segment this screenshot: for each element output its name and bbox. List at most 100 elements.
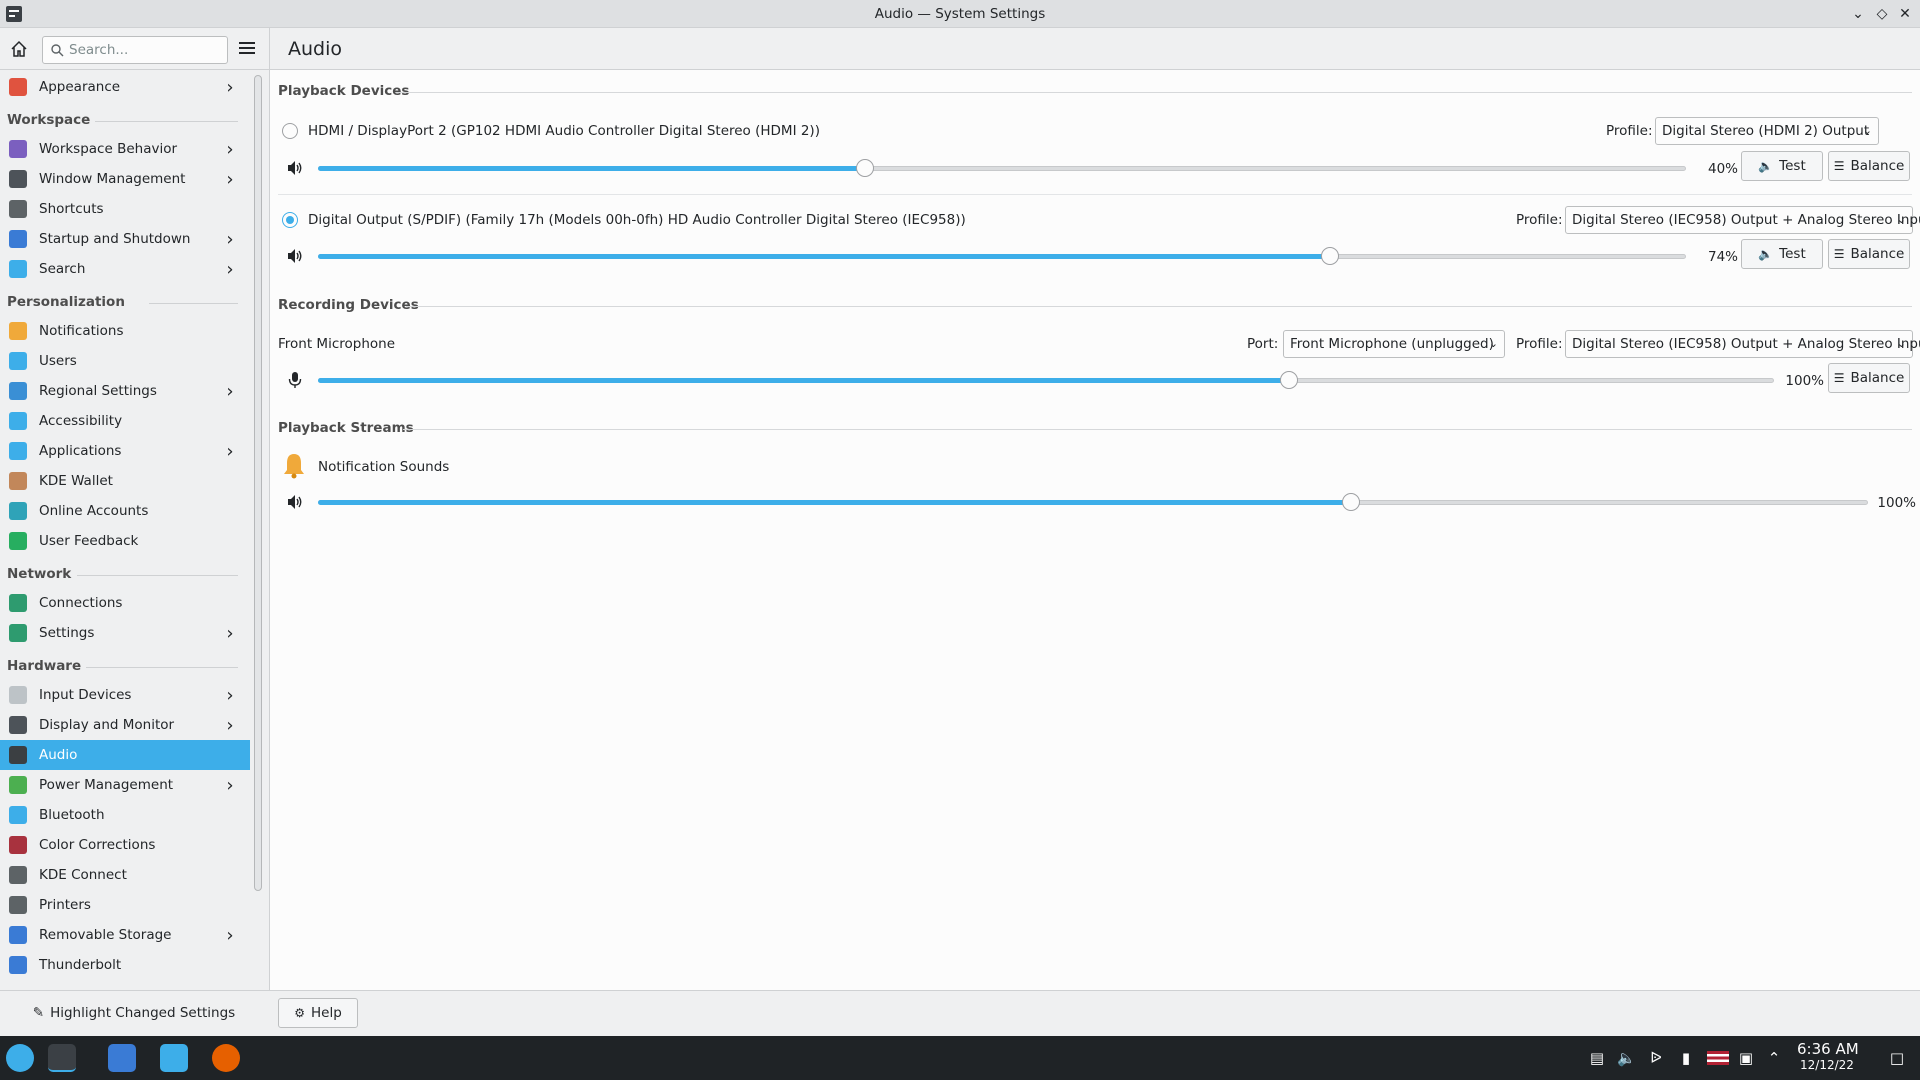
category-divider	[95, 121, 238, 122]
sidebar-item-regional-settings[interactable]: Regional Settings ›	[0, 376, 250, 406]
sidebar-item-online-accounts[interactable]: Online Accounts	[0, 496, 250, 526]
sidebar-item-power-management[interactable]: Power Management ›	[0, 770, 250, 800]
sidebar-item-input-devices[interactable]: Input Devices ›	[0, 680, 250, 710]
help-button[interactable]: ⚙ Help	[278, 998, 358, 1028]
section-divider	[403, 429, 1912, 430]
sidebar-item-settings[interactable]: Settings ›	[0, 618, 250, 648]
workspace-behavior-icon	[9, 140, 27, 158]
profile-select[interactable]: Digital Stereo (IEC958) Output + Analog …	[1565, 330, 1920, 358]
network-icon[interactable]: ▣	[1737, 1049, 1755, 1067]
show-desktop-icon[interactable]: □	[1888, 1049, 1906, 1067]
sidebar-item-search[interactable]: Search ›	[0, 254, 250, 284]
sidebar-item-kde-wallet[interactable]: KDE Wallet	[0, 466, 250, 496]
sidebar-item-removable-storage[interactable]: Removable Storage ›	[0, 920, 250, 950]
profile-select[interactable]: Digital Stereo (IEC958) Output + Analog …	[1565, 206, 1920, 234]
discover-icon[interactable]	[108, 1044, 136, 1072]
balance-button[interactable]: ☰ Balance	[1828, 363, 1910, 393]
sidebar-item-label: Shortcuts	[39, 201, 104, 217]
default-device-radio[interactable]	[282, 212, 298, 228]
sidebar-item-window-management[interactable]: Window Management ›	[0, 164, 250, 194]
speaker-icon[interactable]	[286, 493, 304, 511]
clipboard-icon[interactable]: ▤	[1588, 1049, 1606, 1067]
slider-handle[interactable]	[856, 159, 875, 177]
minimize-icon[interactable]: ⌄	[1849, 5, 1867, 23]
sidebar-item-workspace-behavior[interactable]: Workspace Behavior ›	[0, 134, 250, 164]
close-icon[interactable]: ✕	[1896, 5, 1914, 23]
sidebar-item-label: Window Management	[39, 171, 186, 187]
sidebar-item-label: Settings	[39, 625, 95, 641]
balance-button[interactable]: ☰ Balance	[1828, 239, 1910, 269]
sidebar-item-kde-connect[interactable]: KDE Connect	[0, 860, 250, 890]
test-button[interactable]: 🔈 Test	[1741, 239, 1823, 269]
sidebar-item-shortcuts[interactable]: Shortcuts	[0, 194, 250, 224]
sidebar-item-color-corrections[interactable]: Color Corrections	[0, 830, 250, 860]
volume-slider[interactable]	[318, 156, 1686, 180]
volume-slider[interactable]	[318, 490, 1868, 514]
sidebar-item-accessibility[interactable]: Accessibility	[0, 406, 250, 436]
content-area: Audio Playback Devices HDMI / DisplayPor…	[270, 28, 1920, 990]
usb-icon[interactable]: ▮	[1677, 1049, 1695, 1067]
slider-handle[interactable]	[1321, 247, 1340, 265]
port-select[interactable]: Front Microphone (unplugged) ⌄	[1283, 330, 1505, 358]
test-button[interactable]: 🔈 Test	[1741, 151, 1823, 181]
pencil-icon: ✎	[32, 1005, 45, 1021]
wallet-icon	[9, 472, 27, 490]
chevron-right-icon: ›	[226, 924, 234, 946]
port-label: Port:	[1247, 336, 1279, 352]
playback-devices-heading: Playback Devices	[278, 83, 410, 99]
network-settings-icon	[9, 624, 27, 642]
sidebar-item-startup-and-shutdown[interactable]: Startup and Shutdown ›	[0, 224, 250, 254]
sidebar-item-user-feedback[interactable]: User Feedback	[0, 526, 250, 556]
speaker-icon[interactable]	[286, 247, 304, 265]
chevron-up-icon[interactable]: ⌃	[1765, 1049, 1783, 1067]
sidebar-item-label: Display and Monitor	[39, 717, 175, 733]
sidebar-item-label: Startup and Shutdown	[39, 231, 191, 247]
clock-date[interactable]: 12/12/22	[1800, 1058, 1854, 1072]
recording-devices-heading: Recording Devices	[278, 297, 419, 313]
search-input[interactable]	[69, 41, 219, 59]
profile-select[interactable]: Digital Stereo (HDMI 2) Output ⌄	[1655, 117, 1879, 145]
app-launcher-icon[interactable]	[6, 1044, 34, 1072]
sidebar-item-audio[interactable]: Audio	[0, 740, 250, 770]
row-divider	[278, 194, 1912, 195]
default-device-radio[interactable]	[282, 123, 298, 139]
keyboard-icon	[9, 200, 27, 218]
hamburger-menu-icon[interactable]	[239, 41, 255, 55]
sidebar-item-appearance[interactable]: Appearance ›	[0, 72, 250, 102]
sidebar-item-thunderbolt[interactable]: Thunderbolt	[0, 950, 250, 980]
chevron-right-icon: ›	[226, 774, 234, 796]
slider-handle[interactable]	[1342, 493, 1361, 511]
system-settings-task-icon[interactable]	[48, 1044, 76, 1072]
sidebar-item-label: Removable Storage	[39, 927, 172, 943]
sidebar-item-printers[interactable]: Printers	[0, 890, 250, 920]
sidebar-item-bluetooth[interactable]: Bluetooth	[0, 800, 250, 830]
volume-icon[interactable]: 🔈	[1617, 1049, 1636, 1067]
file-manager-icon[interactable]	[160, 1044, 188, 1072]
volume-slider[interactable]	[318, 244, 1686, 268]
highlight-changed-button[interactable]: ✎ Highlight Changed Settings	[30, 998, 238, 1028]
sidebar-item-connections[interactable]: Connections	[0, 588, 250, 618]
volume-percent: 100%	[1877, 495, 1916, 511]
sidebar-item-label: Regional Settings	[39, 383, 157, 399]
sidebar-item-label: Search	[39, 261, 86, 277]
sidebar-scrollbar[interactable]	[254, 75, 262, 891]
search-field[interactable]	[42, 36, 228, 64]
clock-time[interactable]: 6:36 AM	[1797, 1040, 1859, 1058]
sidebar-item-notifications[interactable]: Notifications	[0, 316, 250, 346]
test-label: Test	[1779, 158, 1806, 174]
test-label: Test	[1779, 246, 1806, 262]
home-icon[interactable]	[10, 40, 28, 58]
bluetooth-icon[interactable]: ᐉ	[1647, 1049, 1665, 1067]
maximize-icon[interactable]: ◇	[1873, 5, 1891, 23]
volume-slider[interactable]	[318, 368, 1774, 392]
keyboard-layout-icon[interactable]	[1707, 1051, 1729, 1065]
firefox-icon[interactable]	[212, 1044, 240, 1072]
sidebar-item-users[interactable]: Users	[0, 346, 250, 376]
speaker-icon[interactable]	[286, 159, 304, 177]
sidebar-item-applications[interactable]: Applications ›	[0, 436, 250, 466]
users-icon	[9, 352, 27, 370]
balance-button[interactable]: ☰ Balance	[1828, 151, 1910, 181]
microphone-icon[interactable]	[286, 371, 304, 389]
slider-handle[interactable]	[1279, 371, 1298, 389]
sidebar-item-display-and-monitor[interactable]: Display and Monitor ›	[0, 710, 250, 740]
